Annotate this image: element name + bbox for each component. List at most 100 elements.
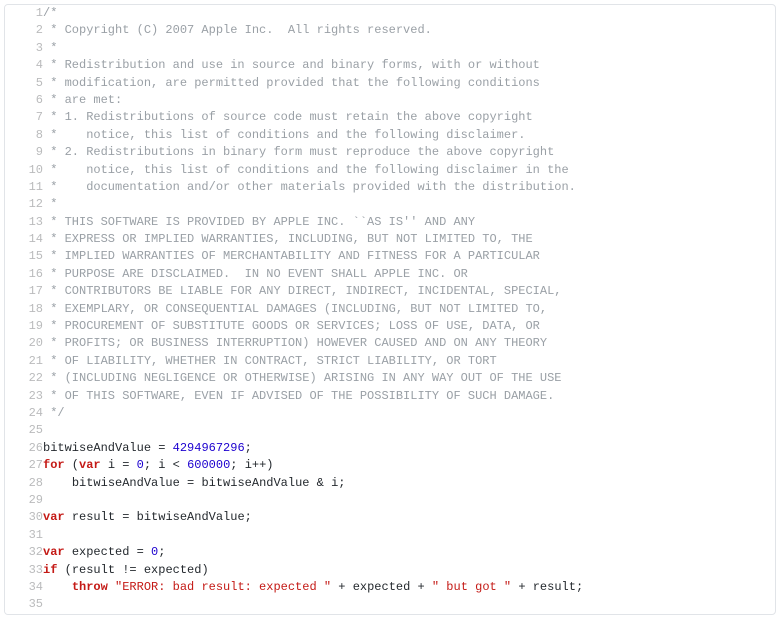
line-number[interactable]: 14 (5, 231, 43, 248)
line-content[interactable]: * EXPRESS OR IMPLIED WARRANTIES, INCLUDI… (43, 231, 775, 248)
line-number[interactable]: 12 (5, 196, 43, 213)
line-number[interactable]: 33 (5, 562, 43, 579)
line-content[interactable]: */ (43, 405, 775, 422)
line-content[interactable]: var result = bitwiseAndValue; (43, 509, 775, 526)
line-content[interactable]: * Redistribution and use in source and b… (43, 57, 775, 74)
code-viewer[interactable]: 1/*2 * Copyright (C) 2007 Apple Inc. All… (4, 4, 776, 615)
line-content[interactable]: if (result != expected) (43, 562, 775, 579)
code-line[interactable]: 3 * (5, 40, 775, 57)
line-number[interactable]: 13 (5, 214, 43, 231)
line-content[interactable]: * (INCLUDING NEGLIGENCE OR OTHERWISE) AR… (43, 370, 775, 387)
line-content[interactable]: * PURPOSE ARE DISCLAIMED. IN NO EVENT SH… (43, 266, 775, 283)
line-number[interactable]: 29 (5, 492, 43, 509)
line-content[interactable]: throw "ERROR: bad result: expected " + e… (43, 579, 775, 596)
line-content[interactable]: * EXEMPLARY, OR CONSEQUENTIAL DAMAGES (I… (43, 301, 775, 318)
code-line[interactable]: 19 * PROCUREMENT OF SUBSTITUTE GOODS OR … (5, 318, 775, 335)
line-content[interactable]: * CONTRIBUTORS BE LIABLE FOR ANY DIRECT,… (43, 283, 775, 300)
line-content[interactable]: * documentation and/or other materials p… (43, 179, 775, 196)
code-line[interactable]: 30var result = bitwiseAndValue; (5, 509, 775, 526)
line-content[interactable]: * PROCUREMENT OF SUBSTITUTE GOODS OR SER… (43, 318, 775, 335)
line-content[interactable]: * notice, this list of conditions and th… (43, 127, 775, 144)
line-number[interactable]: 27 (5, 457, 43, 474)
line-number[interactable]: 30 (5, 509, 43, 526)
line-number[interactable]: 16 (5, 266, 43, 283)
line-number[interactable]: 1 (5, 5, 43, 22)
code-line[interactable]: 29 (5, 492, 775, 509)
code-line[interactable]: 8 * notice, this list of conditions and … (5, 127, 775, 144)
code-line[interactable]: 11 * documentation and/or other material… (5, 179, 775, 196)
code-line[interactable]: 26bitwiseAndValue = 4294967296; (5, 440, 775, 457)
line-content[interactable]: * (43, 40, 775, 57)
code-line[interactable]: 17 * CONTRIBUTORS BE LIABLE FOR ANY DIRE… (5, 283, 775, 300)
line-content[interactable]: * 1. Redistributions of source code must… (43, 109, 775, 126)
code-line[interactable]: 25 (5, 422, 775, 439)
line-number[interactable]: 25 (5, 422, 43, 439)
line-number[interactable]: 5 (5, 75, 43, 92)
code-line[interactable]: 13 * THIS SOFTWARE IS PROVIDED BY APPLE … (5, 214, 775, 231)
code-line[interactable]: 35 (5, 596, 775, 613)
code-line[interactable]: 7 * 1. Redistributions of source code mu… (5, 109, 775, 126)
line-content[interactable]: * OF LIABILITY, WHETHER IN CONTRACT, STR… (43, 353, 775, 370)
line-number[interactable]: 22 (5, 370, 43, 387)
line-content[interactable]: * Copyright (C) 2007 Apple Inc. All righ… (43, 22, 775, 39)
line-number[interactable]: 17 (5, 283, 43, 300)
code-line[interactable]: 6 * are met: (5, 92, 775, 109)
line-content[interactable] (43, 527, 775, 544)
line-content[interactable]: bitwiseAndValue = bitwiseAndValue & i; (43, 475, 775, 492)
code-line[interactable]: 27for (var i = 0; i < 600000; i++) (5, 457, 775, 474)
code-line[interactable]: 9 * 2. Redistributions in binary form mu… (5, 144, 775, 161)
code-line[interactable]: 22 * (INCLUDING NEGLIGENCE OR OTHERWISE)… (5, 370, 775, 387)
code-line[interactable]: 10 * notice, this list of conditions and… (5, 162, 775, 179)
code-line[interactable]: 14 * EXPRESS OR IMPLIED WARRANTIES, INCL… (5, 231, 775, 248)
line-number[interactable]: 34 (5, 579, 43, 596)
code-line[interactable]: 23 * OF THIS SOFTWARE, EVEN IF ADVISED O… (5, 388, 775, 405)
line-number[interactable]: 2 (5, 22, 43, 39)
line-number[interactable]: 18 (5, 301, 43, 318)
line-number[interactable]: 23 (5, 388, 43, 405)
line-number[interactable]: 19 (5, 318, 43, 335)
line-number[interactable]: 21 (5, 353, 43, 370)
line-number[interactable]: 20 (5, 335, 43, 352)
line-content[interactable]: for (var i = 0; i < 600000; i++) (43, 457, 775, 474)
code-line[interactable]: 4 * Redistribution and use in source and… (5, 57, 775, 74)
code-line[interactable]: 12 * (5, 196, 775, 213)
line-number[interactable]: 35 (5, 596, 43, 613)
line-content[interactable]: * IMPLIED WARRANTIES OF MERCHANTABILITY … (43, 248, 775, 265)
line-content[interactable]: * (43, 196, 775, 213)
line-number[interactable]: 24 (5, 405, 43, 422)
line-number[interactable]: 7 (5, 109, 43, 126)
line-number[interactable]: 28 (5, 475, 43, 492)
line-number[interactable]: 9 (5, 144, 43, 161)
code-line[interactable]: 5 * modification, are permitted provided… (5, 75, 775, 92)
line-number[interactable]: 31 (5, 527, 43, 544)
line-content[interactable]: bitwiseAndValue = 4294967296; (43, 440, 775, 457)
line-content[interactable]: * 2. Redistributions in binary form must… (43, 144, 775, 161)
line-number[interactable]: 26 (5, 440, 43, 457)
code-line[interactable]: 18 * EXEMPLARY, OR CONSEQUENTIAL DAMAGES… (5, 301, 775, 318)
code-line[interactable]: 1/* (5, 5, 775, 22)
line-content[interactable] (43, 596, 775, 613)
line-number[interactable]: 6 (5, 92, 43, 109)
line-content[interactable]: * notice, this list of conditions and th… (43, 162, 775, 179)
line-number[interactable]: 3 (5, 40, 43, 57)
code-line[interactable]: 24 */ (5, 405, 775, 422)
line-content[interactable]: * are met: (43, 92, 775, 109)
line-content[interactable]: * PROFITS; OR BUSINESS INTERRUPTION) HOW… (43, 335, 775, 352)
code-line[interactable]: 15 * IMPLIED WARRANTIES OF MERCHANTABILI… (5, 248, 775, 265)
code-line[interactable]: 31 (5, 527, 775, 544)
code-line[interactable]: 2 * Copyright (C) 2007 Apple Inc. All ri… (5, 22, 775, 39)
line-content[interactable] (43, 422, 775, 439)
line-number[interactable]: 4 (5, 57, 43, 74)
line-content[interactable]: /* (43, 5, 775, 22)
code-line[interactable]: 20 * PROFITS; OR BUSINESS INTERRUPTION) … (5, 335, 775, 352)
code-line[interactable]: 34 throw "ERROR: bad result: expected " … (5, 579, 775, 596)
line-number[interactable]: 11 (5, 179, 43, 196)
line-number[interactable]: 8 (5, 127, 43, 144)
code-line[interactable]: 16 * PURPOSE ARE DISCLAIMED. IN NO EVENT… (5, 266, 775, 283)
code-line[interactable]: 28 bitwiseAndValue = bitwiseAndValue & i… (5, 475, 775, 492)
code-line[interactable]: 33if (result != expected) (5, 562, 775, 579)
code-line[interactable]: 21 * OF LIABILITY, WHETHER IN CONTRACT, … (5, 353, 775, 370)
line-content[interactable]: * modification, are permitted provided t… (43, 75, 775, 92)
line-content[interactable] (43, 492, 775, 509)
line-number[interactable]: 15 (5, 248, 43, 265)
